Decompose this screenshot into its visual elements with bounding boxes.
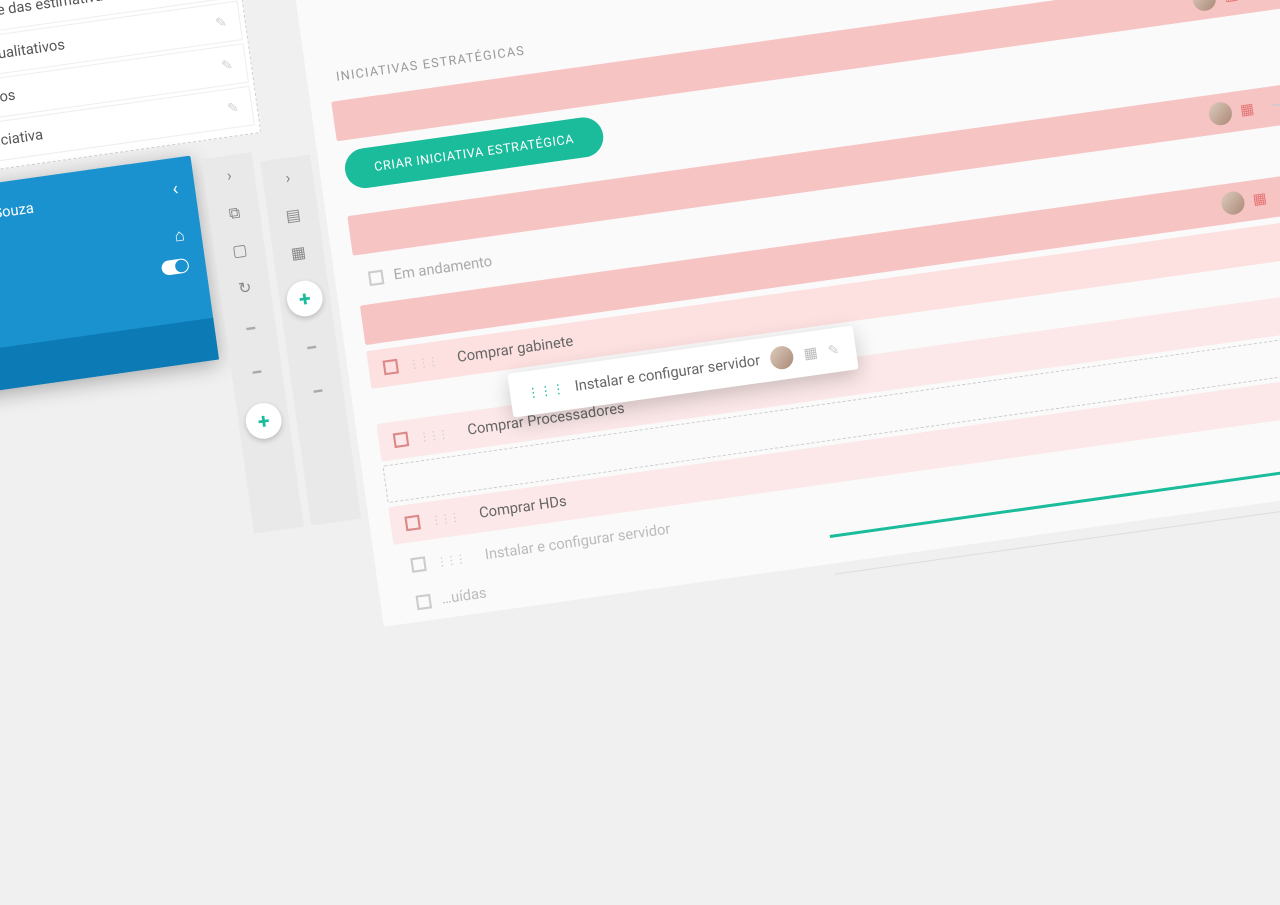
avatar (769, 345, 795, 371)
checkbox[interactable] (410, 556, 427, 573)
checkbox[interactable] (393, 431, 410, 448)
checkbox[interactable] (416, 594, 433, 611)
minus-icon[interactable]: − (243, 315, 258, 342)
task-label: Comprar HDs (478, 493, 568, 522)
stack-icon[interactable]: ▤ (284, 205, 301, 226)
grid-icon[interactable]: ▦ (803, 344, 819, 363)
status-label: Em andamento (393, 253, 494, 283)
chevron-right-icon[interactable]: › (226, 166, 233, 185)
drag-handle-icon[interactable]: ⋮⋮⋮ (435, 551, 465, 568)
checkbox[interactable] (404, 515, 421, 532)
checkbox[interactable] (382, 359, 399, 376)
checkbox[interactable] (368, 270, 385, 287)
grid-icon[interactable]: ▦ (1252, 190, 1268, 209)
task-label: Comprar gabinete (456, 333, 574, 366)
chevron-right-icon[interactable]: › (284, 168, 291, 187)
pencil-icon[interactable]: ✎ (827, 342, 841, 359)
app-sidebar: Juliana Souza ‹ ⌂ Início Effectus (0, 156, 219, 404)
minus-icon[interactable]: − (304, 334, 319, 361)
toggle-switch[interactable] (161, 258, 190, 276)
copy-icon[interactable]: ⧉ (228, 203, 242, 223)
minus-icon[interactable]: − (249, 359, 264, 386)
drag-handle-icon[interactable]: ⋮⋮⋮ (526, 381, 565, 401)
add-button[interactable]: + (285, 278, 325, 318)
home-icon[interactable]: ⌂ (173, 224, 186, 246)
pencil-icon[interactable]: ✎ (214, 14, 228, 31)
grid-icon[interactable]: ▦ (1239, 101, 1255, 120)
minus-icon[interactable]: − (1269, 92, 1280, 120)
avatar[interactable] (1220, 190, 1246, 216)
drag-handle-icon[interactable]: ⋮⋮⋮ (429, 510, 459, 527)
sync-icon[interactable]: ↻ (237, 278, 253, 299)
pencil-icon[interactable]: ✎ (226, 100, 240, 117)
avatar[interactable] (1191, 0, 1217, 12)
pencil-icon[interactable]: ✎ (220, 57, 234, 74)
add-button[interactable]: + (244, 401, 284, 441)
drag-handle-icon[interactable]: ⋮⋮⋮ (408, 354, 438, 371)
avatar[interactable] (1208, 101, 1234, 127)
grid-icon[interactable]: ▦ (290, 242, 307, 263)
minus-icon[interactable]: − (310, 378, 325, 405)
grid-icon[interactable]: ▦ (1223, 0, 1239, 5)
minus-icon[interactable]: − (1253, 0, 1270, 5)
footer-label: …uídas (440, 585, 487, 608)
drag-handle-icon[interactable]: ⋮⋮⋮ (418, 427, 448, 444)
device-icon[interactable]: ▢ (231, 240, 248, 261)
